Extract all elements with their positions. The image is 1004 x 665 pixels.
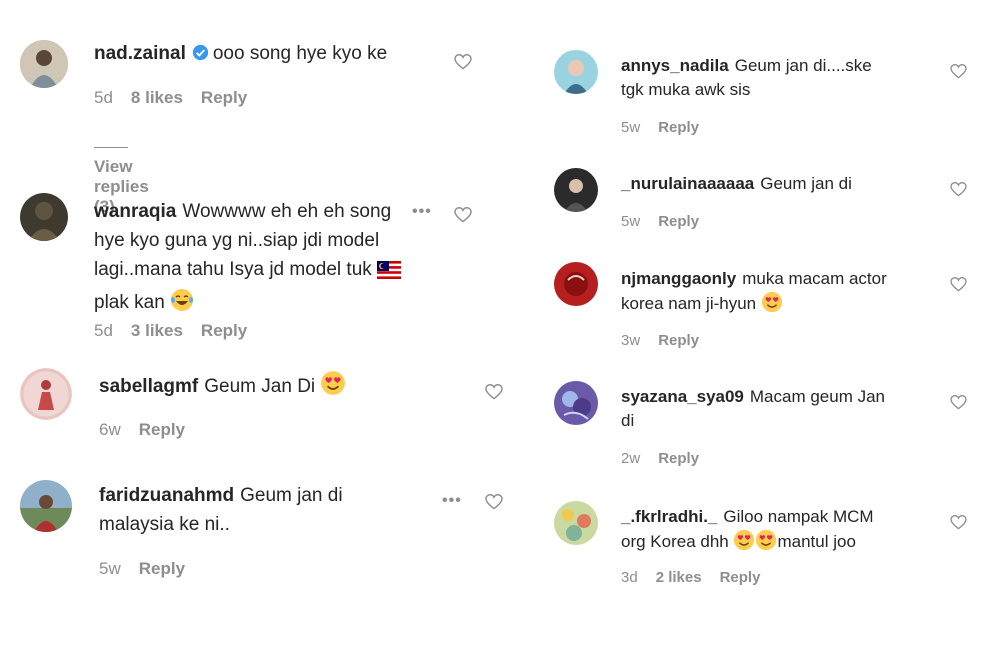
comment-meta: 5d 3 likes Reply [94, 321, 265, 341]
like-heart-icon[interactable] [950, 276, 967, 293]
timestamp: 3d [621, 569, 638, 586]
comment-text-line: Macam geum Jan [749, 387, 886, 406]
comment-text-line: Wowwww eh eh eh song [182, 201, 392, 222]
reply-button[interactable]: Reply [201, 321, 247, 340]
divider [94, 147, 128, 149]
comment-meta: 5w Reply [621, 119, 717, 136]
comment-meta: 5d 8 likes Reply [94, 88, 265, 108]
username[interactable]: sabellagmf [99, 376, 198, 397]
malaysia-flag-emoji [377, 259, 402, 288]
comment-meta: 5w Reply [621, 213, 717, 230]
timestamp: 5w [621, 119, 641, 136]
reply-button[interactable]: Reply [139, 420, 185, 439]
avatar[interactable] [554, 50, 598, 94]
reply-button[interactable]: Reply [658, 213, 699, 230]
heart-eyes-emoji [761, 291, 783, 320]
username[interactable]: syazana_sya09 [621, 387, 744, 406]
reply-button[interactable]: Reply [139, 559, 185, 578]
avatar[interactable] [20, 368, 72, 420]
username[interactable]: annys_nadila [621, 56, 729, 75]
timestamp: 3w [621, 332, 641, 349]
tears-of-joy-emoji [170, 288, 194, 321]
comment-meta: 5w Reply [99, 559, 203, 579]
like-heart-icon[interactable] [454, 53, 472, 70]
comment-meta: 3w Reply [621, 332, 717, 349]
comment-text-line: mantul joo [777, 532, 856, 551]
comment-meta: 3d 2 likes Reply [621, 569, 778, 586]
avatar[interactable] [554, 501, 598, 545]
comment-meta: 6w Reply [99, 420, 203, 440]
avatar[interactable] [554, 262, 598, 306]
likes-count[interactable]: 2 likes [656, 569, 702, 586]
reply-button[interactable]: Reply [658, 332, 699, 349]
comment-text-line: hye kyo guna yg ni..siap jdi model [94, 230, 380, 251]
username[interactable]: _.fkrlradhi._ [621, 507, 717, 526]
reply-button[interactable]: Reply [658, 450, 699, 467]
comment-text-line: Geum jan di....ske [734, 56, 872, 75]
timestamp: 5d [94, 88, 113, 107]
more-options-icon[interactable]: ••• [412, 203, 432, 221]
comment-text-line: lagi..mana tahu Isya jd model tuk [94, 259, 372, 280]
avatar[interactable] [20, 480, 72, 532]
timestamp: 5w [99, 559, 121, 578]
like-heart-icon[interactable] [454, 206, 472, 223]
verified-badge-icon [192, 44, 209, 69]
like-heart-icon[interactable] [950, 63, 967, 80]
avatar[interactable] [20, 40, 68, 88]
comment-text-line: di [621, 411, 635, 430]
timestamp: 2w [621, 450, 641, 467]
timestamp: 5d [94, 321, 113, 340]
username[interactable]: wanraqia [94, 201, 176, 222]
reply-button[interactable]: Reply [658, 119, 699, 136]
avatar[interactable] [554, 168, 598, 212]
comment-meta: 2w Reply [621, 450, 717, 467]
like-heart-icon[interactable] [485, 383, 503, 400]
heart-eyes-emoji [320, 370, 346, 404]
comment-text-line: korea nam ji-hyun [621, 294, 757, 313]
comment-text: Geum Jan Di [204, 376, 316, 397]
likes-count[interactable]: 3 likes [131, 321, 183, 340]
like-heart-icon[interactable] [950, 181, 967, 198]
comment-text-line: org Korea dhh [621, 532, 729, 551]
avatar[interactable] [20, 193, 68, 241]
timestamp: 5w [621, 213, 641, 230]
comment-text-line: Geum jan di [240, 485, 343, 506]
username[interactable]: nad.zainal [94, 43, 186, 64]
like-heart-icon[interactable] [485, 493, 503, 510]
username[interactable]: faridzuanahmd [99, 485, 234, 506]
like-heart-icon[interactable] [950, 394, 967, 411]
reply-button[interactable]: Reply [201, 88, 247, 107]
heart-eyes-emoji [733, 529, 755, 558]
timestamp: 6w [99, 420, 121, 439]
comment-text-line: plak kan [94, 292, 165, 313]
comment-text-line: tgk muka awk sis [621, 80, 751, 99]
comment-text-line: muka macam actor [742, 269, 887, 288]
reply-button[interactable]: Reply [720, 569, 761, 586]
comment-text: Geum jan di [760, 174, 852, 193]
more-options-icon[interactable]: ••• [442, 492, 462, 510]
avatar[interactable] [554, 381, 598, 425]
username[interactable]: _nurulainaaaaaa [621, 174, 754, 193]
like-heart-icon[interactable] [950, 514, 967, 531]
comment-text-line: Giloo nampak MCM [723, 507, 874, 526]
comment-text: ooo song hye kyo ke [212, 43, 388, 64]
likes-count[interactable]: 8 likes [131, 88, 183, 107]
username[interactable]: njmanggaonly [621, 269, 736, 288]
heart-eyes-emoji [755, 529, 777, 558]
comment-text-line: malaysia ke ni.. [99, 514, 230, 535]
